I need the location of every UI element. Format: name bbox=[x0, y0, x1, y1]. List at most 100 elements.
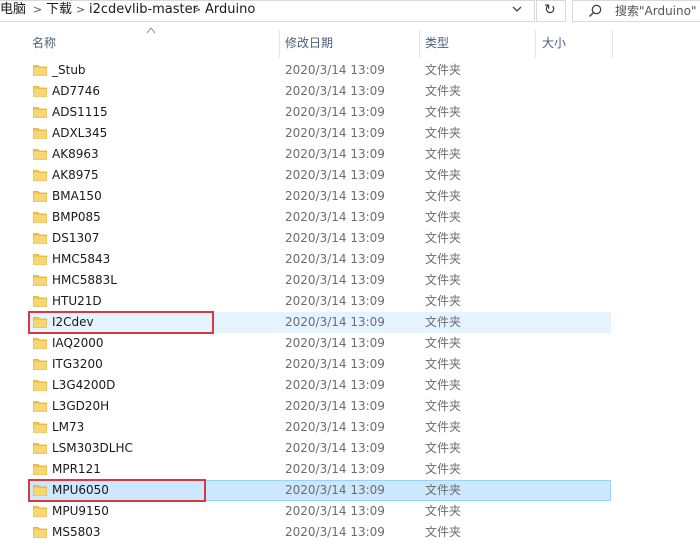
modified-date: 2020/3/14 13:09 bbox=[285, 294, 385, 308]
modified-date: 2020/3/14 13:09 bbox=[285, 273, 385, 287]
modified-date: 2020/3/14 13:09 bbox=[285, 357, 385, 371]
file-type: 文件夹 bbox=[425, 189, 462, 203]
file-row[interactable]: ADS1115 2020/3/14 13:09 文件夹 bbox=[0, 102, 700, 123]
file-name[interactable]: LM73 bbox=[52, 419, 84, 436]
file-row[interactable]: MPU9150 2020/3/14 13:09 文件夹 bbox=[0, 501, 700, 522]
folder-icon bbox=[33, 170, 47, 181]
file-name[interactable]: ADS1115 bbox=[52, 104, 108, 121]
file-row[interactable]: DS1307 2020/3/14 13:09 文件夹 bbox=[0, 228, 700, 249]
folder-icon bbox=[33, 527, 47, 538]
file-name[interactable]: BMA150 bbox=[52, 188, 102, 205]
file-name[interactable]: ITG3200 bbox=[52, 356, 103, 373]
column-divider[interactable] bbox=[419, 30, 420, 58]
file-type: 文件夹 bbox=[425, 294, 462, 308]
search-placeholder: 搜索"Arduino" bbox=[615, 4, 697, 18]
file-name[interactable]: HMC5883L bbox=[52, 272, 117, 289]
folder-icon bbox=[33, 401, 47, 412]
folder-icon bbox=[33, 275, 47, 286]
file-name[interactable]: MPU9150 bbox=[52, 503, 109, 520]
file-row[interactable]: BMA150 2020/3/14 13:09 文件夹 bbox=[0, 186, 700, 207]
file-row[interactable]: _Stub 2020/3/14 13:09 文件夹 bbox=[0, 60, 700, 81]
modified-date: 2020/3/14 13:09 bbox=[285, 525, 385, 539]
file-row[interactable]: I2Cdev 2020/3/14 13:09 文件夹 bbox=[0, 311, 700, 334]
file-type: 文件夹 bbox=[425, 420, 462, 434]
breadcrumb-i2cdevlib-master[interactable]: i2cdevlib-master bbox=[89, 2, 198, 18]
file-name[interactable]: MS5803 bbox=[52, 524, 101, 541]
annotation-highlight-box bbox=[28, 479, 206, 502]
file-name[interactable]: _Stub bbox=[52, 62, 86, 79]
file-row[interactable]: BMP085 2020/3/14 13:09 文件夹 bbox=[0, 207, 700, 228]
address-dropdown-icon[interactable] bbox=[508, 3, 526, 19]
column-header-size[interactable]: 大小 bbox=[542, 35, 566, 51]
file-row[interactable]: IAQ2000 2020/3/14 13:09 文件夹 bbox=[0, 333, 700, 354]
file-name[interactable]: L3G4200D bbox=[52, 377, 115, 394]
modified-date: 2020/3/14 13:09 bbox=[285, 189, 385, 203]
file-row[interactable]: MPR121 2020/3/14 13:09 文件夹 bbox=[0, 459, 700, 480]
address-bar[interactable]: 电脑 > 下载 > i2cdevlib-master > Arduino bbox=[0, 0, 535, 22]
file-row[interactable]: LSM303DLHC 2020/3/14 13:09 文件夹 bbox=[0, 438, 700, 459]
file-type: 文件夹 bbox=[425, 315, 462, 329]
folder-icon bbox=[33, 65, 47, 76]
breadcrumb-this-pc[interactable]: 电脑 bbox=[0, 2, 26, 18]
file-name[interactable]: ADXL345 bbox=[52, 125, 107, 142]
folder-icon bbox=[33, 233, 47, 244]
modified-date: 2020/3/14 13:09 bbox=[285, 126, 385, 140]
file-name[interactable]: L3GD20H bbox=[52, 398, 109, 415]
breadcrumb-downloads[interactable]: 下载 bbox=[46, 2, 72, 18]
modified-date: 2020/3/14 13:09 bbox=[285, 420, 385, 434]
column-divider[interactable] bbox=[535, 30, 536, 58]
folder-icon bbox=[33, 506, 47, 517]
file-row[interactable]: HMC5843 2020/3/14 13:09 文件夹 bbox=[0, 249, 700, 270]
file-type: 文件夹 bbox=[425, 504, 462, 518]
breadcrumb-separator-icon[interactable]: > bbox=[33, 2, 42, 18]
folder-icon bbox=[33, 191, 47, 202]
file-name[interactable]: BMP085 bbox=[52, 209, 101, 226]
file-row[interactable]: L3GD20H 2020/3/14 13:09 文件夹 bbox=[0, 396, 700, 417]
breadcrumb-separator-icon[interactable]: > bbox=[76, 2, 85, 18]
refresh-icon: ↻ bbox=[544, 2, 556, 18]
column-divider[interactable] bbox=[612, 30, 613, 58]
file-row[interactable]: AK8975 2020/3/14 13:09 文件夹 bbox=[0, 165, 700, 186]
file-row[interactable]: ITG3200 2020/3/14 13:09 文件夹 bbox=[0, 354, 700, 375]
annotation-highlight-box bbox=[28, 311, 214, 334]
file-row[interactable]: HMC5883L 2020/3/14 13:09 文件夹 bbox=[0, 270, 700, 291]
search-input[interactable]: 搜索"Arduino" bbox=[572, 0, 700, 22]
modified-date: 2020/3/14 13:09 bbox=[285, 168, 385, 182]
file-row[interactable]: MPU6050 2020/3/14 13:09 文件夹 bbox=[0, 479, 700, 502]
file-row[interactable]: ADXL345 2020/3/14 13:09 文件夹 bbox=[0, 123, 700, 144]
file-row[interactable]: LM73 2020/3/14 13:09 文件夹 bbox=[0, 417, 700, 438]
file-row[interactable]: AK8963 2020/3/14 13:09 文件夹 bbox=[0, 144, 700, 165]
file-name[interactable]: HMC5843 bbox=[52, 251, 110, 268]
column-divider[interactable] bbox=[279, 30, 280, 58]
breadcrumb-separator-icon[interactable]: > bbox=[192, 2, 201, 18]
folder-icon bbox=[33, 86, 47, 97]
file-row[interactable]: AD7746 2020/3/14 13:09 文件夹 bbox=[0, 81, 700, 102]
folder-icon bbox=[33, 107, 47, 118]
refresh-button[interactable]: ↻ bbox=[536, 0, 566, 22]
file-name[interactable]: AK8963 bbox=[52, 146, 99, 163]
toolbar: 电脑 > 下载 > i2cdevlib-master > Arduino ↻ 搜… bbox=[0, 0, 700, 22]
file-name[interactable]: IAQ2000 bbox=[52, 335, 104, 352]
file-type: 文件夹 bbox=[425, 441, 462, 455]
folder-icon bbox=[33, 464, 47, 475]
file-name[interactable]: DS1307 bbox=[52, 230, 99, 247]
modified-date: 2020/3/14 13:09 bbox=[285, 399, 385, 413]
column-header-modified[interactable]: 修改日期 bbox=[285, 35, 333, 51]
file-name[interactable]: AK8975 bbox=[52, 167, 99, 184]
file-type: 文件夹 bbox=[425, 147, 462, 161]
file-type: 文件夹 bbox=[425, 168, 462, 182]
file-row[interactable]: L3G4200D 2020/3/14 13:09 文件夹 bbox=[0, 375, 700, 396]
file-row[interactable]: HTU21D 2020/3/14 13:09 文件夹 bbox=[0, 291, 700, 312]
column-header-type[interactable]: 类型 bbox=[425, 35, 449, 51]
file-name[interactable]: AD7746 bbox=[52, 83, 100, 100]
column-header-name[interactable]: 名称 bbox=[32, 35, 56, 51]
file-name[interactable]: LSM303DLHC bbox=[52, 440, 133, 457]
file-name[interactable]: HTU21D bbox=[52, 293, 102, 310]
modified-date: 2020/3/14 13:09 bbox=[285, 504, 385, 518]
modified-date: 2020/3/14 13:09 bbox=[285, 483, 385, 497]
file-row[interactable]: MS5803 2020/3/14 13:09 文件夹 bbox=[0, 522, 700, 543]
breadcrumb-arduino[interactable]: Arduino bbox=[205, 2, 255, 18]
file-name[interactable]: MPR121 bbox=[52, 461, 101, 478]
file-type: 文件夹 bbox=[425, 273, 462, 287]
folder-icon bbox=[33, 443, 47, 454]
